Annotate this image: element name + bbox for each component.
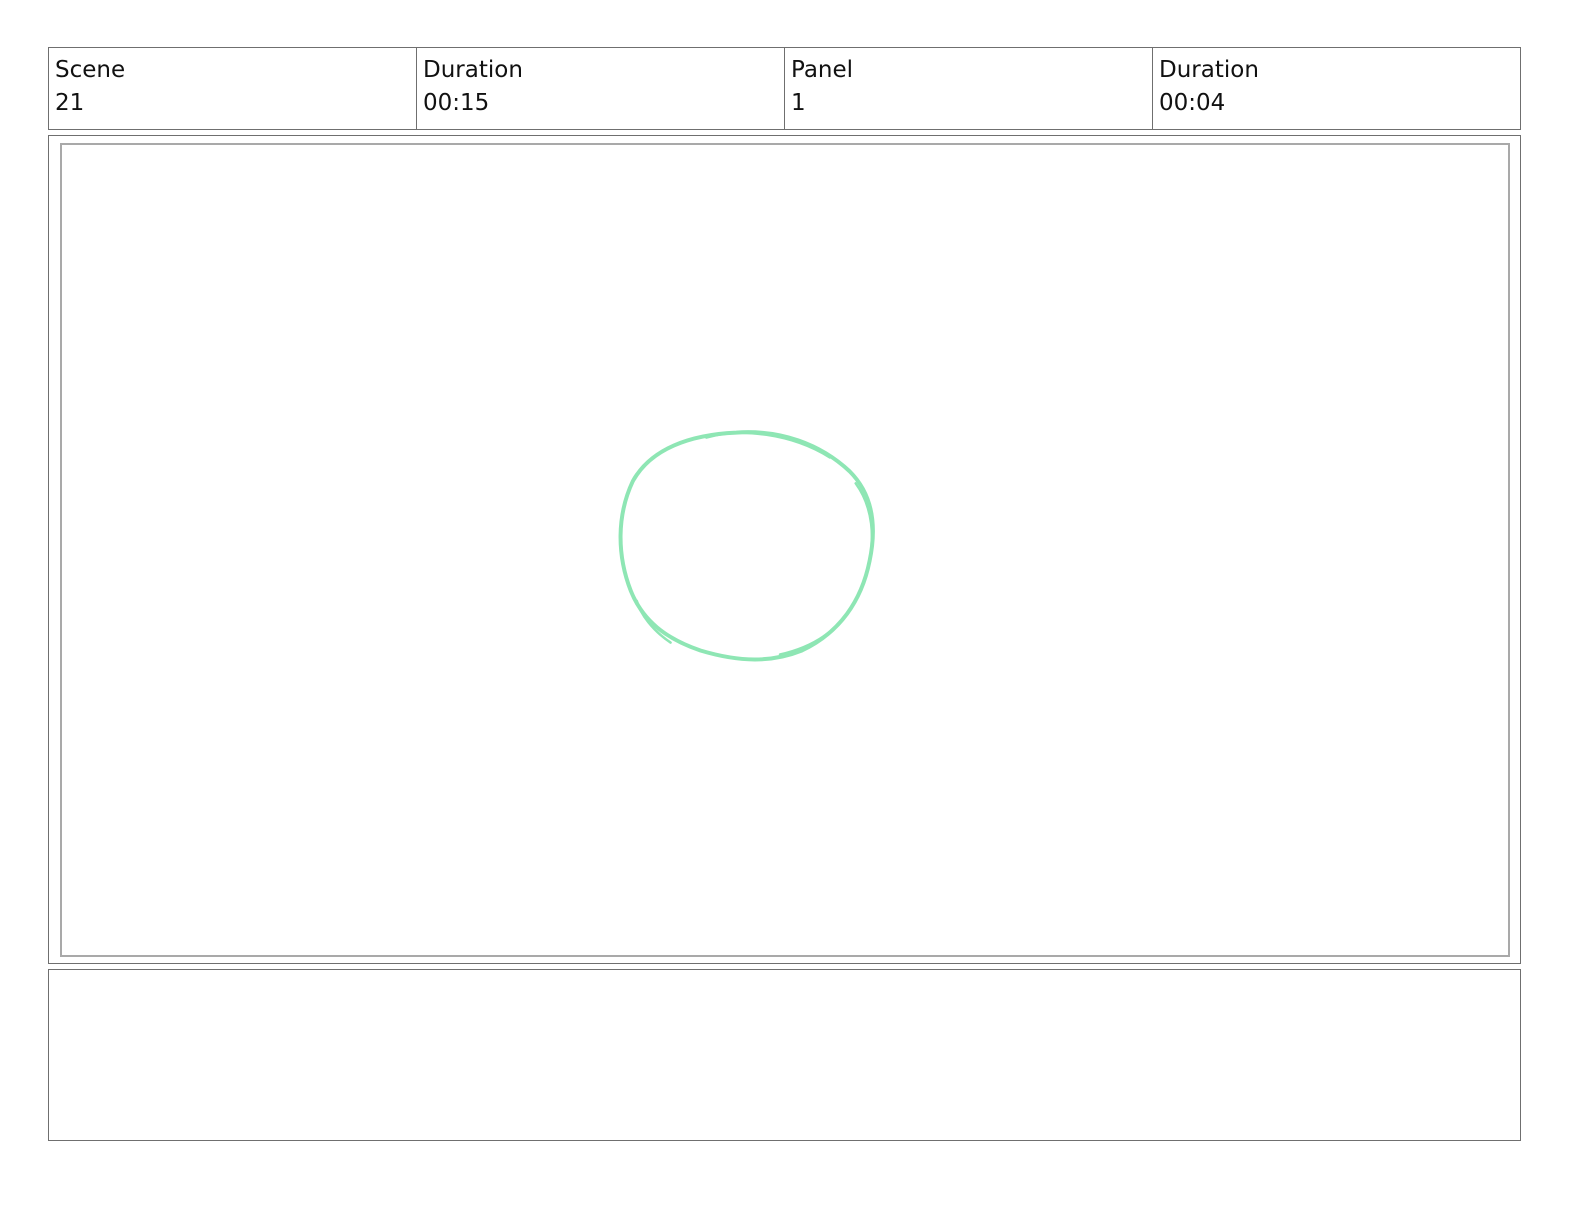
drawing-canvas[interactable] [60,143,1510,957]
scene-duration-value[interactable]: 00:15 [423,88,778,118]
panel-number[interactable]: 1 [791,88,1146,118]
scene-label: Scene [55,57,126,83]
panel-notes-box[interactable] [48,969,1521,1141]
panel-cell: Panel 1 [785,48,1153,129]
storyboard-panel-frame [48,135,1521,964]
panel-duration-value[interactable]: 00:04 [1159,88,1514,118]
sketch-circle [618,430,875,662]
scene-duration-label: Duration [423,57,523,83]
scene-number[interactable]: 21 [55,88,410,118]
panel-duration-cell: Duration 00:04 [1153,48,1520,129]
panel-sketch [618,430,875,662]
scene-cell: Scene 21 [49,48,417,129]
panel-label: Panel [791,57,854,83]
scene-duration-cell: Duration 00:15 [417,48,785,129]
panel-duration-label: Duration [1159,57,1259,83]
sketch-stroke-overlap [635,431,874,656]
panel-info-table: Scene 21 Duration 00:15 Panel 1 Duration… [48,47,1521,130]
